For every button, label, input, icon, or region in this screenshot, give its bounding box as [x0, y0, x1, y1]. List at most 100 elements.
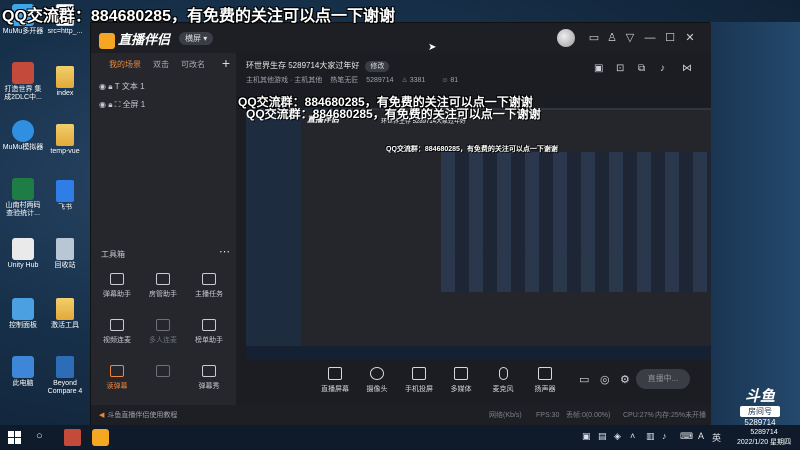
beyond-compare-icon [56, 356, 74, 378]
live-companion-taskbar-icon[interactable] [92, 429, 109, 446]
tool-room-manager[interactable]: 房管助手 [141, 273, 185, 299]
desktop-icon-index[interactable]: index [42, 66, 88, 98]
category-label[interactable]: 主机其他游戏 · 主机其他 [246, 77, 322, 84]
preview-overlay-text: QQ交流群：884680285，有免费的关注可以点一下谢谢 [246, 108, 541, 121]
desktop-icon-unity[interactable]: Unity Hub [2, 238, 44, 270]
toolbox-more-icon[interactable]: ⋯ [219, 245, 230, 258]
lock-icon[interactable]: 🔒︎ [108, 82, 112, 91]
desktop-icon-activator[interactable]: 激活工具 [42, 298, 88, 330]
douyu-logo-icon [99, 32, 115, 49]
live-companion-window: 直播伴侣 横屏 ▾ ▭ ♙ ▽ — ☐ ✕ 我的场景 双击 可改名 + ◉ 🔒︎ T… [90, 22, 711, 426]
desktop-icon-mumu-emulator[interactable]: MuMu模拟器 [2, 120, 44, 152]
up-arrow-icon[interactable]: ˄ [630, 431, 635, 441]
desktop-icon-control-panel[interactable]: 控制面板 [2, 298, 44, 330]
language-indicator[interactable]: 英 [712, 431, 721, 444]
microphone-button[interactable]: 麦克风 [482, 367, 524, 394]
camera-button[interactable]: 摄像头 [356, 367, 398, 394]
ime-mode[interactable]: A [698, 431, 704, 441]
room-label: 房间号 [740, 406, 780, 417]
video-link-icon [110, 319, 124, 331]
search-icon[interactable]: ○ [36, 430, 43, 442]
shield-icon[interactable]: ◈ [614, 431, 621, 442]
screen-capture-button[interactable]: 直播屏幕 [314, 367, 356, 394]
desktop-icon-computer[interactable]: 此电脑 [2, 356, 44, 388]
desktop-icon-feishu[interactable]: 飞书 [42, 180, 88, 212]
tab-double-click[interactable]: 双击 [153, 60, 169, 69]
game-taskbar-icon[interactable] [64, 429, 81, 446]
scene-tabs: 我的场景 双击 可改名 [109, 59, 217, 70]
speaker-button[interactable]: 扬声器 [524, 367, 566, 394]
gift-icon[interactable]: ▣ [594, 63, 603, 74]
toolbox-title: 工具箱 [101, 250, 125, 259]
leaderboard-icon [202, 319, 216, 331]
layer-item[interactable]: ◉ 🔒︎ T 文本 1 [99, 81, 145, 92]
tray-app-icon[interactable]: ▣ [582, 431, 591, 442]
avatar[interactable] [557, 29, 575, 47]
go-live-button[interactable]: 直播中... [636, 369, 690, 389]
gear-icon[interactable]: ⚙ [620, 373, 630, 386]
layer-item[interactable]: ◉ 🔒︎ ⛶ 全屏 1 [99, 99, 145, 110]
eye-icon[interactable]: ◉ [99, 100, 106, 109]
desktop-icon-temp-vue[interactable]: temp-vue [42, 124, 88, 156]
close-icon[interactable]: ✕ [683, 31, 697, 45]
stream-preview[interactable]: 直播伴侣 环世界生存 5289714大家过年好 QQ交流群：884680285，… [246, 108, 711, 360]
clock[interactable]: 5289714 2022/1/20 星期四 [734, 428, 794, 448]
dropped-frames-status: 丢帧:0(0.00%) [566, 412, 611, 419]
desktop-icon-beyond-compare[interactable]: Beyond Compare 4 [42, 356, 88, 396]
settings-icon[interactable]: ▽ [623, 31, 637, 45]
eye-icon[interactable]: ◉ [99, 82, 106, 91]
message-icon[interactable]: ▭ [587, 31, 601, 45]
mumu-emulator-icon [12, 120, 34, 142]
excel-icon [12, 178, 34, 200]
desktop-icon-excel[interactable]: 山南村两码 查验统计... [2, 178, 44, 218]
network-icon[interactable]: ▥ [646, 431, 655, 442]
media-button[interactable]: 多媒体 [440, 367, 482, 394]
shirt-icon[interactable]: ♙ [605, 31, 619, 45]
tool-unnamed[interactable] [141, 365, 185, 381]
ime-icon[interactable]: ⌨ [680, 431, 693, 442]
folder-icon [56, 298, 74, 320]
followers-count: ☺ 81 [441, 77, 459, 84]
multi-link-icon [156, 319, 170, 331]
danmaku-icon [110, 273, 124, 285]
volume-icon[interactable]: ♪ [662, 431, 667, 441]
recycle-bin-icon [56, 238, 74, 260]
preview-nested-content [441, 152, 711, 292]
bell-icon[interactable]: ♪ [660, 63, 665, 74]
folder-icon [56, 66, 74, 88]
lock-icon[interactable]: 🔒︎ [108, 100, 112, 109]
tool-danmaku-assistant[interactable]: 弹幕助手 [95, 273, 139, 299]
speaker-icon [538, 367, 552, 380]
share-icon[interactable]: ⋈ [682, 63, 692, 74]
edit-title-button[interactable]: 修改 [365, 61, 390, 72]
task-icon [202, 273, 216, 285]
orientation-selector[interactable]: 横屏 ▾ [179, 32, 214, 45]
microphone-icon [498, 367, 508, 380]
tool-danmaku-show[interactable]: 弹幕秀 [187, 365, 231, 391]
visibility-icon[interactable]: ◎ [600, 373, 610, 386]
lock-room-icon[interactable]: ⊡ [616, 63, 624, 74]
share-screen-icon[interactable]: ⧉ [638, 63, 645, 74]
windows-start-icon[interactable] [8, 431, 21, 444]
tool-multi-link[interactable]: 多人连麦 [141, 319, 185, 345]
title-bar: 直播伴侣 横屏 ▾ ▭ ♙ ▽ — ☐ ✕ [91, 23, 711, 53]
tray-app-icon[interactable]: ▤ [598, 431, 607, 442]
tool-leaderboard[interactable]: 榜单助手 [187, 319, 231, 345]
minimize-icon[interactable]: — [643, 31, 657, 45]
add-scene-icon[interactable]: + [222, 55, 230, 71]
tool-video-link[interactable]: 视频连麦 [95, 319, 139, 345]
top-overlay-text: QQ交流群：884680285，有免费的关注可以点一下谢谢 [2, 8, 395, 25]
tool-streamer-task[interactable]: 主播任务 [187, 273, 231, 299]
record-icon[interactable]: ▭ [579, 373, 589, 386]
desktop-icon-game[interactable]: 打造世界 集成2DLC中... [2, 62, 44, 102]
tool-read-danmaku[interactable]: 读弹幕 [95, 365, 139, 391]
tab-my-scenes[interactable]: 我的场景 [109, 60, 141, 69]
tab-rename[interactable]: 可改名 [181, 60, 205, 69]
room-manager-icon [156, 273, 170, 285]
phone-cast-button[interactable]: 手机投屏 [398, 367, 440, 394]
computer-icon [12, 356, 34, 378]
desktop-icon-recycle-bin[interactable]: 回收站 [42, 238, 88, 270]
room-badge: 斗鱼 房间号 5289714 [736, 385, 784, 427]
tutorial-link[interactable]: ◀ 斗鱼直播伴侣使用教程 [99, 405, 177, 426]
maximize-icon[interactable]: ☐ [663, 31, 677, 45]
